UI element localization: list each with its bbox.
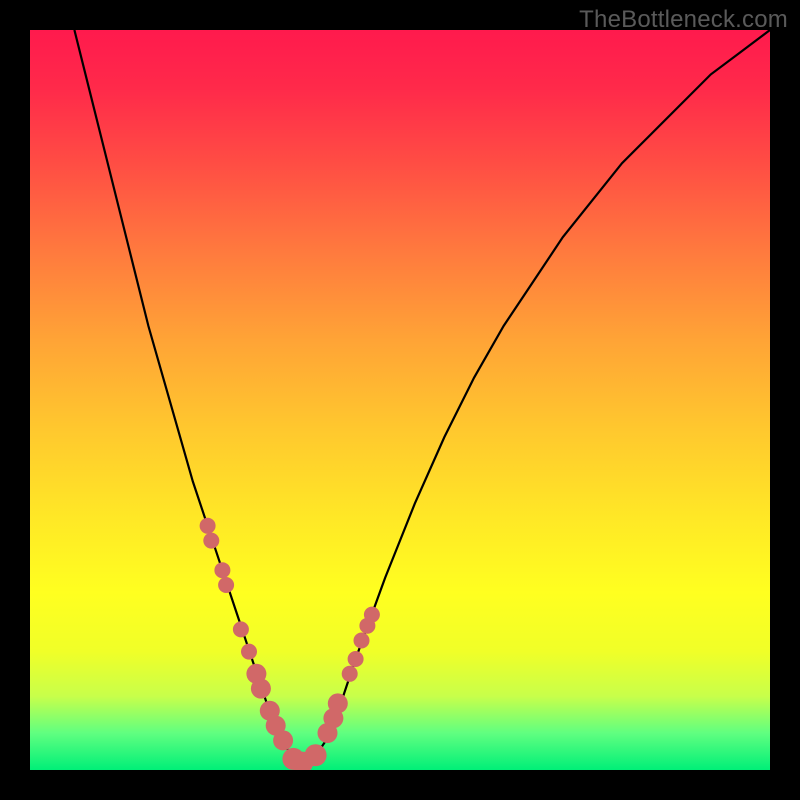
- data-node: [273, 730, 293, 750]
- curve-group: [74, 30, 770, 763]
- data-node: [364, 607, 380, 623]
- data-node: [251, 679, 271, 699]
- data-node: [218, 577, 234, 593]
- data-node: [200, 518, 216, 534]
- data-node: [342, 666, 358, 682]
- data-node: [203, 533, 219, 549]
- data-nodes: [200, 518, 380, 770]
- data-node: [354, 633, 370, 649]
- data-node: [328, 693, 348, 713]
- data-node: [241, 644, 257, 660]
- chart-frame: TheBottleneck.com: [0, 0, 800, 800]
- data-node: [348, 651, 364, 667]
- chart-svg: [30, 30, 770, 770]
- v-curve: [74, 30, 770, 763]
- data-node: [233, 621, 249, 637]
- data-node: [305, 744, 327, 766]
- plot-area: [30, 30, 770, 770]
- data-node: [214, 562, 230, 578]
